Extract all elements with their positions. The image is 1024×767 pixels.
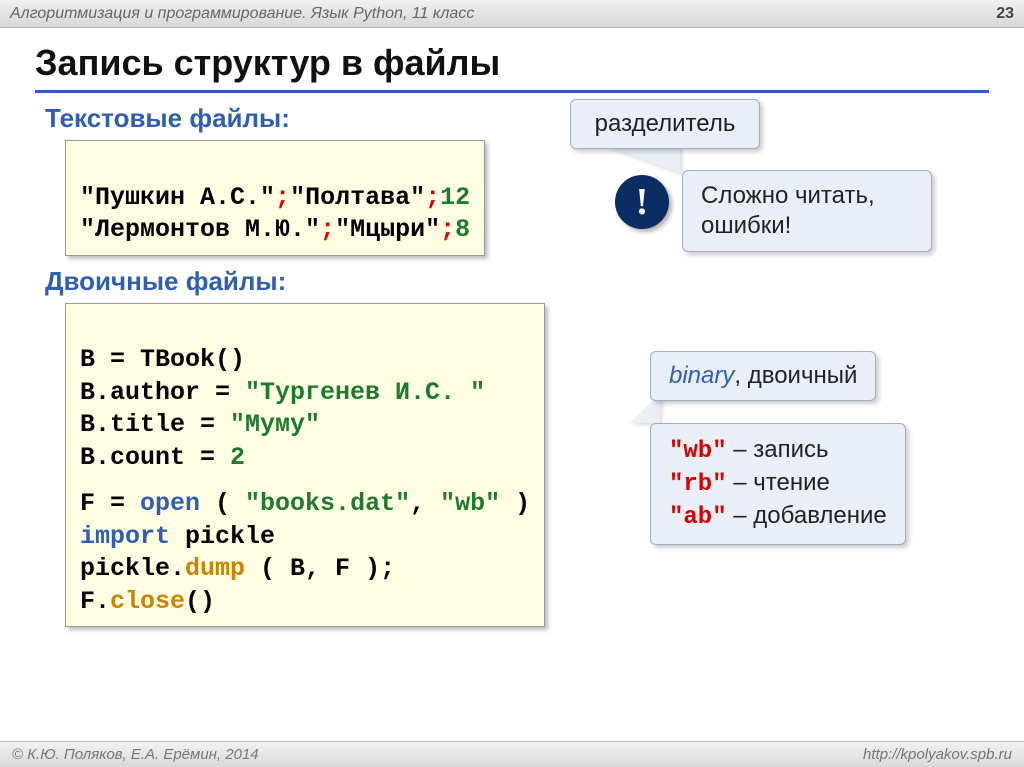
code-box-text: "Пушкин А.С.";"Полтава";12 "Лермонтов М.… <box>65 140 485 256</box>
top-bar: Алгоритмизация и программирование. Язык … <box>0 0 1024 28</box>
callout-warning: Сложно читать, ошибки! <box>682 170 932 252</box>
section-text-files: Текстовые файлы: <box>45 103 989 134</box>
page-title: Запись структур в файлы <box>0 28 1024 86</box>
section-binary-files: Двоичные файлы: <box>45 266 989 297</box>
callout-separator: разделитель <box>570 99 760 149</box>
footer-url: http://kpolyakov.spb.ru <box>863 746 1012 763</box>
code-box-binary: B = TBook() B.author = "Тургенев И.С. " … <box>65 303 545 628</box>
copyright: © К.Ю. Поляков, Е.А. Ерёмин, 2014 <box>12 746 259 763</box>
callout-modes: "wb" – запись "rb" – чтение "ab" – добав… <box>650 423 906 545</box>
bottom-bar: © К.Ю. Поляков, Е.А. Ерёмин, 2014 http:/… <box>0 741 1024 767</box>
exclaim-icon: ! <box>615 175 669 229</box>
course-title: Алгоритмизация и программирование. Язык … <box>10 5 474 23</box>
callout-binary: binary, двоичный <box>650 351 876 401</box>
page-number: 23 <box>996 5 1014 23</box>
